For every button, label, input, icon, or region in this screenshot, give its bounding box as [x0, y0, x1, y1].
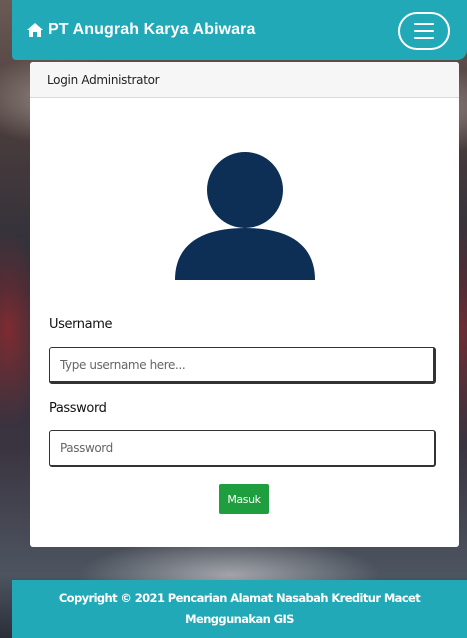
footer-copyright: Copyright © 2021 Pencarian Alamat Nasaba… — [58, 591, 421, 626]
footer: Copyright © 2021 Pencarian Alamat Nasaba… — [12, 580, 467, 638]
brand-link[interactable]: PT Anugrah Karya Abiwara — [26, 21, 256, 39]
password-input[interactable] — [49, 430, 436, 467]
brand-text: PT Anugrah Karya Abiwara — [48, 21, 256, 38]
card-header: Login Administrator — [30, 62, 459, 98]
top-navbar: PT Anugrah Karya Abiwara — [12, 0, 467, 60]
username-input[interactable] — [49, 347, 436, 384]
password-label: Password — [49, 401, 107, 416]
login-card: Login Administrator Username Password Ma… — [30, 62, 459, 547]
user-avatar-icon — [175, 152, 315, 280]
menu-toggle-button[interactable] — [398, 12, 450, 50]
home-icon — [27, 23, 43, 37]
username-label: Username — [49, 317, 113, 332]
hamburger-menu-icon — [414, 23, 434, 25]
login-submit-button[interactable]: Masuk — [219, 484, 269, 514]
